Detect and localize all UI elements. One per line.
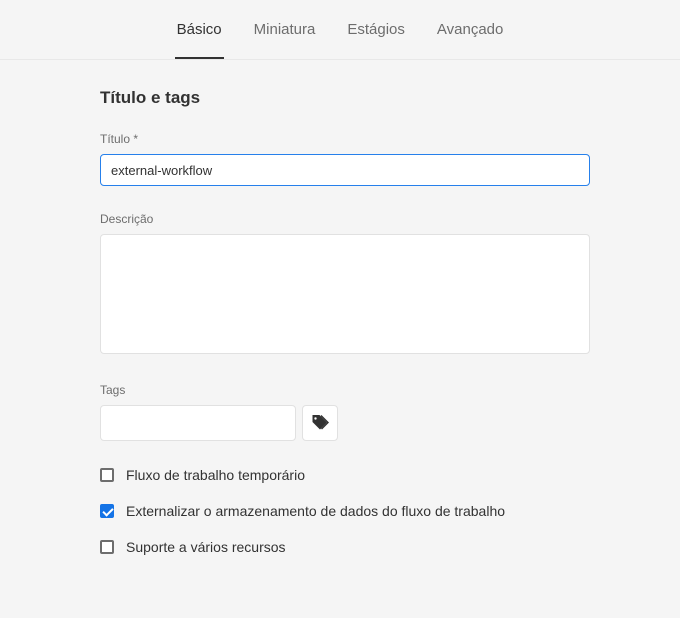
checkbox-row-suporte[interactable]: Suporte a vários recursos bbox=[100, 539, 590, 555]
form-content: Título e tags Título * Descrição Tags Fl… bbox=[0, 60, 590, 555]
description-input[interactable] bbox=[100, 234, 590, 354]
tag-icon bbox=[311, 414, 329, 432]
tags-label: Tags bbox=[100, 383, 590, 397]
title-label: Título * bbox=[100, 132, 590, 146]
checkbox-externalizar[interactable] bbox=[100, 504, 114, 518]
checkbox-suporte[interactable] bbox=[100, 540, 114, 554]
section-title: Título e tags bbox=[100, 88, 590, 108]
checkbox-temporario[interactable] bbox=[100, 468, 114, 482]
field-tags: Tags bbox=[100, 383, 590, 441]
tabs-bar: Básico Miniatura Estágios Avançado bbox=[0, 0, 680, 60]
tags-picker-button[interactable] bbox=[302, 405, 338, 441]
title-input[interactable] bbox=[100, 154, 590, 186]
tags-input[interactable] bbox=[100, 405, 296, 441]
tab-miniatura[interactable]: Miniatura bbox=[252, 20, 318, 59]
description-label: Descrição bbox=[100, 212, 590, 226]
field-title: Título * bbox=[100, 132, 590, 186]
tab-basico[interactable]: Básico bbox=[175, 20, 224, 59]
field-description: Descrição bbox=[100, 212, 590, 357]
checkbox-label-suporte: Suporte a vários recursos bbox=[126, 539, 286, 555]
checkbox-label-externalizar: Externalizar o armazenamento de dados do… bbox=[126, 503, 505, 519]
checkbox-label-temporario: Fluxo de trabalho temporário bbox=[126, 467, 305, 483]
checkbox-row-externalizar[interactable]: Externalizar o armazenamento de dados do… bbox=[100, 503, 590, 519]
tab-estagios[interactable]: Estágios bbox=[345, 20, 407, 59]
tab-avancado[interactable]: Avançado bbox=[435, 20, 505, 59]
checkbox-row-temporario[interactable]: Fluxo de trabalho temporário bbox=[100, 467, 590, 483]
